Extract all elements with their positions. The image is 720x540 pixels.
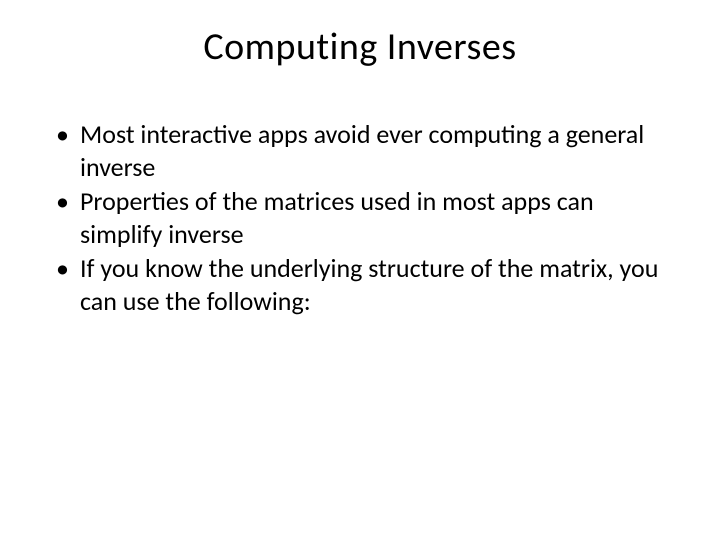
slide-container: Computing Inverses Most interactive apps… <box>0 0 720 540</box>
list-item: Properties of the matrices used in most … <box>52 185 680 250</box>
list-item: If you know the underlying structure of … <box>52 252 680 317</box>
list-item: Most interactive apps avoid ever computi… <box>52 118 680 183</box>
slide-title: Computing Inverses <box>40 24 680 70</box>
bullet-list: Most interactive apps avoid ever computi… <box>52 118 680 317</box>
slide-content: Most interactive apps avoid ever computi… <box>40 118 680 317</box>
